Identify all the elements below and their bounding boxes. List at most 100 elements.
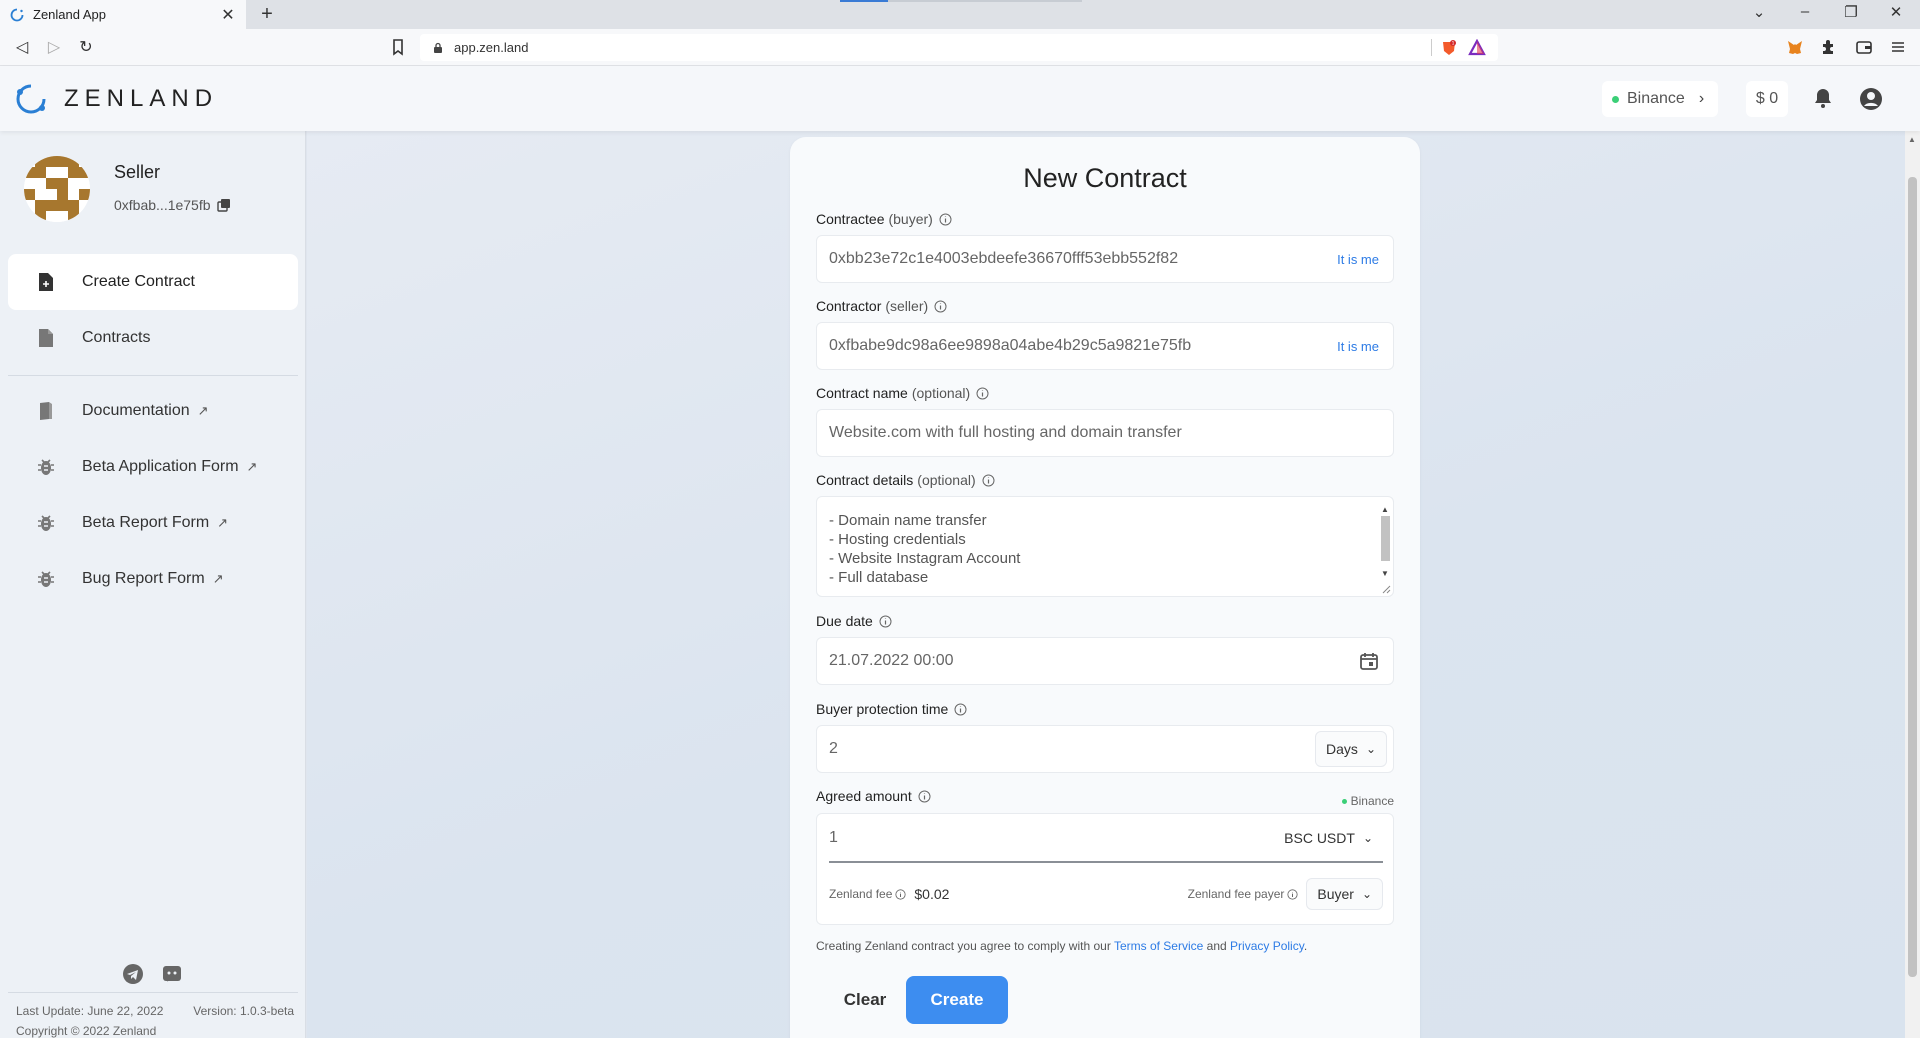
loading-track xyxy=(888,0,1082,2)
amount-input[interactable]: 1 BSC USDT ⌄ xyxy=(829,814,1383,863)
calendar-icon[interactable] xyxy=(1359,651,1379,671)
fee-value: $0.02 xyxy=(914,886,950,902)
scrollbar-thumb[interactable] xyxy=(1908,177,1917,977)
sidebar-item-documentation[interactable]: Documentation ↗ xyxy=(8,383,298,439)
textarea-scrollbar-thumb[interactable] xyxy=(1381,516,1390,561)
copyright: Copyright © 2022 Zenland xyxy=(16,1024,157,1038)
zenland-logo-icon xyxy=(16,84,46,114)
zenland-logo[interactable]: ZENLAND xyxy=(14,82,218,116)
token-select[interactable]: BSC USDT ⌄ xyxy=(1274,819,1383,856)
info-icon[interactable] xyxy=(976,387,989,400)
amount-value: 1 xyxy=(829,828,838,846)
sidebar-item-create-contract[interactable]: Create Contract xyxy=(8,254,298,310)
omnibox-separator xyxy=(1431,39,1432,56)
textarea-scrollbar[interactable]: ▲ ▼ xyxy=(1379,498,1392,595)
contract-name-label-text: Contract name xyxy=(816,385,908,401)
metamask-icon[interactable] xyxy=(1785,37,1805,57)
info-icon[interactable] xyxy=(982,474,995,487)
info-icon[interactable] xyxy=(895,888,906,900)
contract-details-label: Contract details (optional) xyxy=(816,472,995,488)
contractor-it-is-me-link[interactable]: It is me xyxy=(1337,339,1379,354)
profile-address: 0xfbab...1e75fb xyxy=(114,197,211,213)
zenland-favicon-icon xyxy=(10,8,24,21)
info-icon[interactable] xyxy=(939,213,952,226)
balance-button[interactable]: $ 0 xyxy=(1746,81,1788,117)
lock-icon xyxy=(434,42,442,53)
new-contract-card: New Contract Contractee (buyer) 0xbb23e7… xyxy=(790,137,1420,1038)
brave-rewards-icon[interactable] xyxy=(1468,39,1486,57)
book-icon xyxy=(36,401,56,421)
info-icon[interactable] xyxy=(954,703,967,716)
browser-menu-icon[interactable] xyxy=(1888,37,1908,57)
copy-icon[interactable] xyxy=(216,198,231,212)
discord-icon[interactable] xyxy=(161,963,183,985)
network-name: Binance xyxy=(1627,90,1685,107)
protection-label: Buyer protection time xyxy=(816,701,967,717)
back-button[interactable]: ◁ xyxy=(11,36,33,58)
protection-unit-value: Days xyxy=(1326,741,1358,757)
contract-details-textarea[interactable]: - Domain name transfer - Hosting credent… xyxy=(816,496,1394,597)
address-bar[interactable]: app.zen.land 1 xyxy=(420,34,1498,61)
contract-name-input[interactable]: Website.com with full hosting and domain… xyxy=(816,409,1394,457)
contractor-input[interactable]: 0xfbabe9dc98a6ee9898a04abe4b29c5a9821e75… xyxy=(816,322,1394,370)
sidebar-item-label: Contracts xyxy=(82,329,151,346)
extensions-icon[interactable] xyxy=(1819,37,1839,57)
contractee-input[interactable]: 0xbb23e72c1e4003ebdeefe36670fff53ebb552f… xyxy=(816,235,1394,283)
info-icon[interactable] xyxy=(934,300,947,313)
contractee-hint: (buyer) xyxy=(888,211,933,227)
due-date-label: Due date xyxy=(816,613,892,629)
scroll-down-icon[interactable]: ▼ xyxy=(1381,564,1389,583)
token-value: BSC USDT xyxy=(1284,829,1355,846)
bell-icon[interactable] xyxy=(1812,87,1834,109)
external-link-icon: ↗ xyxy=(212,571,224,586)
resize-handle-icon[interactable] xyxy=(1381,584,1391,594)
sidebar-item-beta-report-form[interactable]: Beta Report Form ↗ xyxy=(8,495,298,551)
reload-button[interactable]: ↻ xyxy=(75,36,97,58)
details-line: - Website Instagram Account xyxy=(829,550,1021,567)
fee-payer-select[interactable]: Buyer ⌄ xyxy=(1306,878,1383,910)
contractor-label: Contractor (seller) xyxy=(816,298,947,314)
amount-network-name: Binance xyxy=(1350,794,1394,808)
tab-close-icon[interactable]: ✕ xyxy=(220,5,236,25)
page-scrollbar[interactable]: ▲ xyxy=(1905,131,1920,1038)
browser-tab[interactable]: Zenland App ✕ xyxy=(0,0,246,29)
bookmark-icon[interactable] xyxy=(388,37,408,57)
network-selector[interactable]: Binance › xyxy=(1602,81,1718,117)
close-window-button[interactable]: ✕ xyxy=(1885,3,1907,21)
fee-label: Zenland fee xyxy=(829,887,893,901)
protection-input[interactable]: 2 Days ⌄ xyxy=(816,725,1394,773)
minimize-button[interactable]: – xyxy=(1794,3,1816,20)
info-icon[interactable] xyxy=(1287,888,1298,900)
account-icon[interactable] xyxy=(1859,87,1883,111)
chevron-down-icon: ⌄ xyxy=(1365,742,1376,756)
terms-and: and xyxy=(1206,939,1227,953)
contractee-it-is-me-link[interactable]: It is me xyxy=(1337,252,1379,267)
sidebar-item-bug-report-form[interactable]: Bug Report Form ↗ xyxy=(8,551,298,607)
chevron-right-icon: › xyxy=(1698,90,1705,107)
scroll-up-icon[interactable]: ▲ xyxy=(1908,135,1916,144)
create-button[interactable]: Create xyxy=(906,976,1008,1024)
info-icon[interactable] xyxy=(879,615,892,628)
forward-button[interactable]: ▷ xyxy=(43,36,65,58)
tab-search-icon[interactable]: ⌄ xyxy=(1748,3,1770,21)
info-icon[interactable] xyxy=(918,790,931,803)
profile-role: Seller xyxy=(114,162,161,182)
due-date-label-text: Due date xyxy=(816,613,873,629)
file-icon xyxy=(36,328,56,348)
brave-shields-icon[interactable]: 1 xyxy=(1440,39,1458,57)
wallet-icon[interactable] xyxy=(1854,37,1874,57)
restore-button[interactable]: ❐ xyxy=(1840,3,1862,21)
terms-prefix: Creating Zenland contract you agree to c… xyxy=(816,939,1111,953)
browser-toolbar: ◁ ▷ ↻ app.zen.land 1 xyxy=(0,29,1920,66)
terms-of-service-link[interactable]: Terms of Service xyxy=(1114,939,1203,953)
protection-unit-select[interactable]: Days ⌄ xyxy=(1315,731,1387,767)
due-date-input[interactable]: 21.07.2022 00:00 xyxy=(816,637,1394,685)
privacy-policy-link[interactable]: Privacy Policy xyxy=(1230,939,1304,953)
sidebar-item-beta-application-form[interactable]: Beta Application Form ↗ xyxy=(8,439,298,495)
external-link-icon: ↗ xyxy=(246,459,258,474)
sidebar-item-contracts[interactable]: Contracts xyxy=(8,310,298,366)
clear-button[interactable]: Clear xyxy=(830,976,900,1024)
telegram-icon[interactable] xyxy=(122,963,144,985)
contract-name-label: Contract name (optional) xyxy=(816,385,989,401)
new-tab-button[interactable]: + xyxy=(256,3,278,26)
